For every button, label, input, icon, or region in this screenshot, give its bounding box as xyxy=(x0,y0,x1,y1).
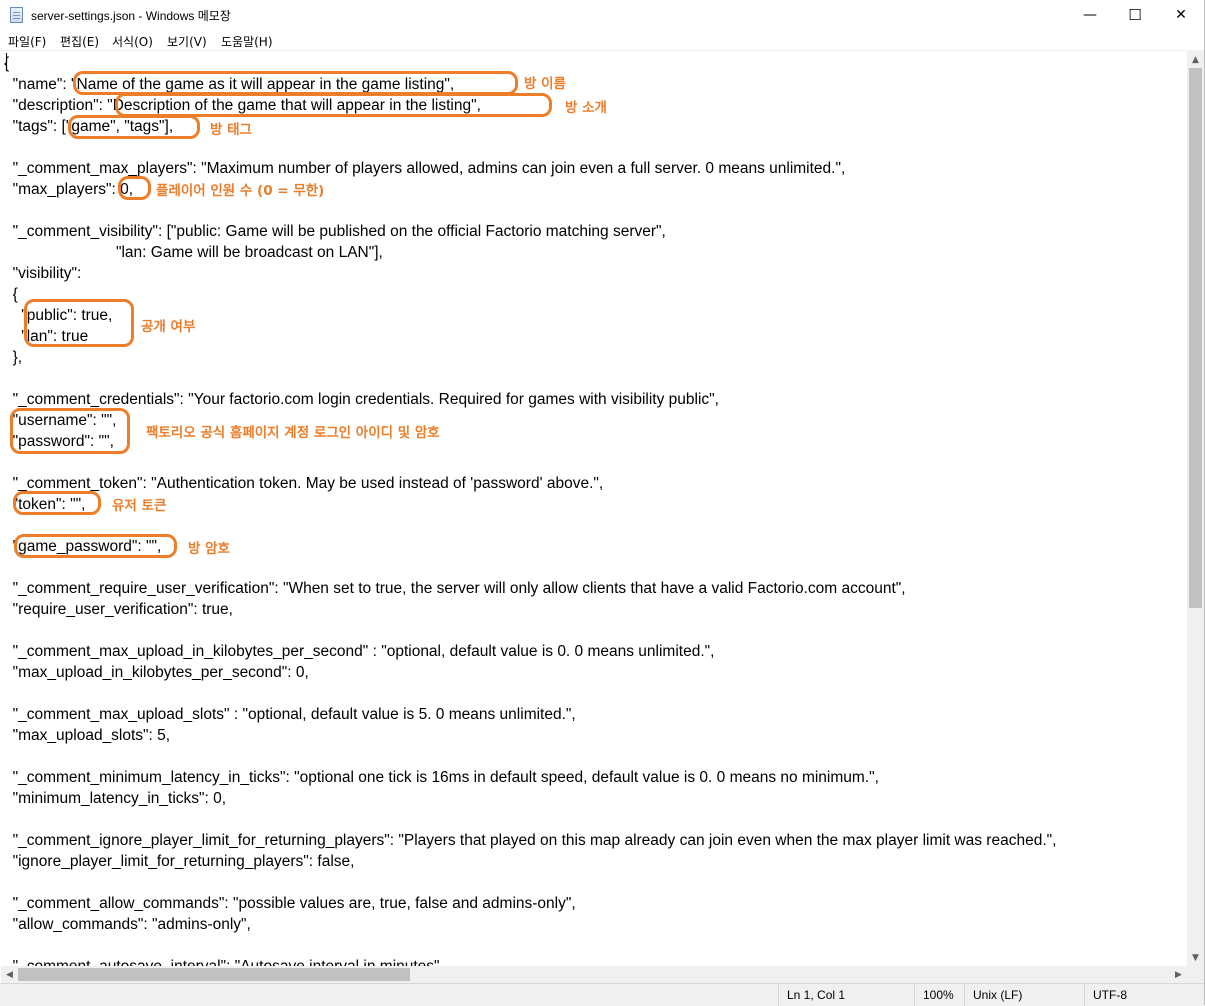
horizontal-scroll-thumb[interactable] xyxy=(18,968,410,981)
minimize-button[interactable]: — xyxy=(1067,0,1113,30)
scroll-right-icon[interactable]: ▶ xyxy=(1170,966,1187,983)
highlight-max-players xyxy=(118,176,151,200)
text-line: "_comment_ignore_player_limit_for_return… xyxy=(4,832,1057,849)
text-line: "_comment_autosave_interval": "Autosave … xyxy=(4,956,444,966)
menu-view[interactable]: 보기(V) xyxy=(167,33,207,50)
vertical-scroll-thumb[interactable] xyxy=(1189,68,1202,608)
title-bar: server-settings.json - Windows 메모장 — ☐ ✕ xyxy=(0,0,1205,30)
notepad-icon xyxy=(10,7,23,23)
text-line: "_comment_minimum_latency_in_ticks": "op… xyxy=(4,769,879,786)
menu-file[interactable]: 파일(F) xyxy=(8,33,46,50)
scroll-down-icon[interactable]: ▼ xyxy=(1187,949,1204,966)
text-caret xyxy=(6,53,7,71)
annotation-description: 방 소개 xyxy=(565,100,607,116)
highlight-name xyxy=(73,71,518,95)
text-line: "_comment_require_user_verification": "W… xyxy=(4,580,906,597)
text-line: "max_upload_in_kilobytes_per_second": 0, xyxy=(4,664,309,681)
text-line: "_comment_visibility": ["public: Game wi… xyxy=(4,223,666,240)
annotation-tags: 방 태그 xyxy=(210,122,252,138)
text-line: "visibility": xyxy=(4,265,82,282)
annotation-game-password: 방 암호 xyxy=(188,541,230,557)
status-line-ending: Unix (LF) xyxy=(964,984,1084,1006)
menu-help[interactable]: 도움말(H) xyxy=(221,33,273,50)
text-line: "allow_commands": "admins-only", xyxy=(4,916,251,933)
highlight-tags xyxy=(68,115,200,139)
highlight-token xyxy=(13,491,101,515)
status-encoding: UTF-8 xyxy=(1084,984,1205,1006)
text-editor[interactable]: { "name": "Name of the game as it will a… xyxy=(1,51,1187,966)
scrollbar-corner xyxy=(1187,966,1204,983)
highlight-visibility xyxy=(24,299,134,347)
maximize-button[interactable]: ☐ xyxy=(1112,0,1158,30)
text-line: "_comment_credentials": "Your factorio.c… xyxy=(4,391,719,408)
close-button[interactable]: ✕ xyxy=(1158,0,1204,30)
status-bar: Ln 1, Col 1 100% Unix (LF) UTF-8 xyxy=(0,983,1205,1006)
annotation-name: 방 이름 xyxy=(524,76,566,92)
annotation-max-players: 플레이어 인원 수 (0 = 무한) xyxy=(156,183,325,199)
highlight-credentials xyxy=(10,408,130,454)
text-line: "require_user_verification": true, xyxy=(4,601,233,618)
text-line: "max_players": 0, xyxy=(4,181,134,198)
text-line: "minimum_latency_in_ticks": 0, xyxy=(4,790,227,807)
menu-format[interactable]: 서식(O) xyxy=(112,33,153,50)
vertical-scrollbar[interactable]: ▲ ▼ xyxy=(1187,51,1204,966)
highlight-game-password xyxy=(14,534,177,558)
highlight-description xyxy=(115,93,552,117)
annotation-visibility: 공개 여부 xyxy=(141,319,196,335)
scroll-left-icon[interactable]: ◀ xyxy=(1,966,18,983)
menu-bar: 파일(F) 편집(E) 서식(O) 보기(V) 도움말(H) xyxy=(0,30,1205,51)
text-line: "_comment_max_upload_slots" : "optional,… xyxy=(4,706,576,723)
text-line: "_comment_max_upload_in_kilobytes_per_se… xyxy=(4,643,715,660)
text-line: }, xyxy=(4,349,23,366)
text-line: "lan: Game will be broadcast on LAN"], xyxy=(4,244,383,261)
scroll-up-icon[interactable]: ▲ xyxy=(1187,51,1204,68)
status-zoom: 100% xyxy=(914,984,964,1006)
horizontal-scrollbar[interactable]: ◀ ▶ xyxy=(1,966,1187,983)
annotation-credentials: 팩토리오 공식 홈페이지 계정 로그인 아이디 및 암호 xyxy=(146,425,440,441)
menu-edit[interactable]: 편집(E) xyxy=(60,33,99,50)
window-title: server-settings.json - Windows 메모장 xyxy=(31,9,231,23)
text-line: "max_upload_slots": 5, xyxy=(4,727,171,744)
text-line: { xyxy=(4,286,18,303)
annotation-token: 유저 토큰 xyxy=(112,498,167,514)
status-position: Ln 1, Col 1 xyxy=(778,984,912,1006)
text-line: "ignore_player_limit_for_returning_playe… xyxy=(4,853,355,870)
text-line: "_comment_allow_commands": "possible val… xyxy=(4,895,576,912)
